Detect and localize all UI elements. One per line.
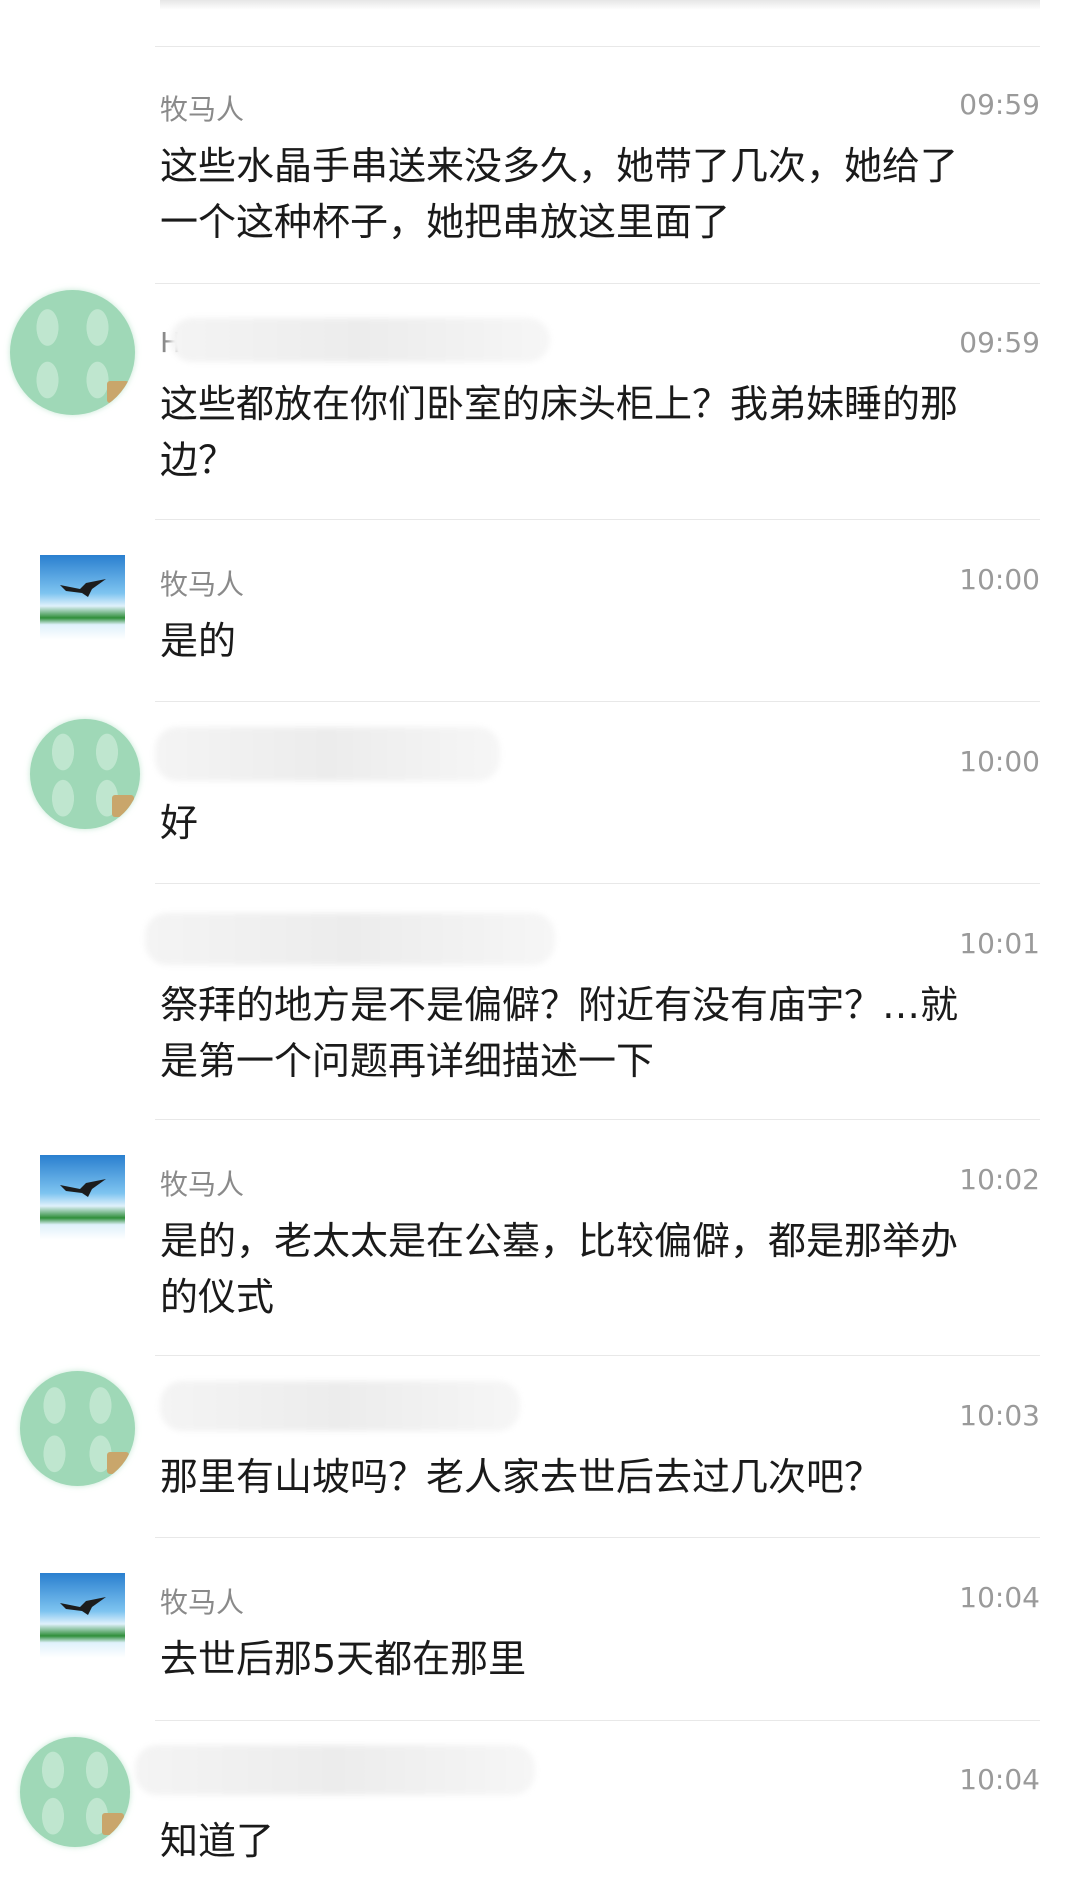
message-line: 是的 [160, 619, 237, 663]
message-time: 10:00 [959, 563, 1040, 596]
message-line: 好 [160, 801, 199, 845]
message-time: 09:59 [959, 88, 1040, 121]
message-line: 那里有山坡吗？老人家去世后去过几次吧？ [160, 1455, 883, 1499]
divider [155, 1720, 1040, 1721]
sender-name: 牧马人 [160, 93, 245, 126]
divider [155, 1355, 1040, 1356]
sender-name: 牧马人 [160, 568, 245, 601]
message-text: 祭拜的地方是不是偏僻？附近有没有庙宇？…就 是第一个问题再详细描述一下 [160, 977, 1050, 1089]
message-text: 是的 [160, 613, 1050, 669]
avatar-eagle[interactable] [40, 555, 125, 640]
message-text: 这些都放在你们卧室的床头柜上？我弟妹睡的那 边？ [160, 376, 1050, 488]
previous-message-edge [160, 0, 1040, 10]
sender-name: 牧马人 [160, 1586, 245, 1619]
message-line: 是第一个问题再详细描述一下 [160, 1039, 655, 1083]
eagle-icon [60, 1179, 106, 1197]
message-time: 10:02 [959, 1163, 1040, 1196]
message-line: 知道了 [160, 1819, 275, 1863]
avatar[interactable] [20, 1737, 130, 1847]
avatar-eagle[interactable] [40, 1155, 125, 1240]
redacted-name [135, 1745, 535, 1795]
message-text: 知道了 [160, 1813, 1050, 1869]
message-text: 那里有山坡吗？老人家去世后去过几次吧？ [160, 1449, 1050, 1505]
message-time: 10:00 [959, 745, 1040, 778]
avatar-eagle[interactable] [40, 1573, 125, 1658]
message-line: 的仪式 [160, 1275, 275, 1319]
avatar[interactable] [20, 1371, 135, 1486]
divider [155, 701, 1040, 702]
divider [155, 519, 1040, 520]
message-time: 10:01 [959, 927, 1040, 960]
message-time: 09:59 [959, 326, 1040, 359]
divider [155, 883, 1040, 884]
message-line: 一个这种杯子，她把串放这里面了 [160, 200, 731, 244]
message-time: 10:03 [959, 1399, 1040, 1432]
message-line: 边？ [160, 438, 237, 482]
eagle-icon [60, 579, 106, 597]
redacted-name [160, 1381, 520, 1431]
message-line: 这些水晶手串送来没多久，她带了几次，她给了 [160, 144, 959, 188]
divider [155, 283, 1040, 284]
redacted-name [170, 318, 550, 362]
message-time: 10:04 [959, 1763, 1040, 1796]
divider [155, 46, 1040, 47]
redacted-name [145, 913, 555, 965]
avatar[interactable] [10, 290, 135, 415]
sender-name: 牧马人 [160, 1168, 245, 1201]
message-text: 好 [160, 795, 1050, 851]
message-line: 是的，老太太是在公墓，比较偏僻，都是那举办 [160, 1219, 959, 1263]
avatar[interactable] [30, 719, 140, 829]
message-line: 去世后那5天都在那里 [160, 1637, 527, 1681]
message-text: 这些水晶手串送来没多久，她带了几次，她给了 一个这种杯子，她把串放这里面了 [160, 138, 1050, 250]
eagle-icon [60, 1597, 106, 1615]
divider [155, 1119, 1040, 1120]
message-text: 是的，老太太是在公墓，比较偏僻，都是那举办 的仪式 [160, 1213, 1050, 1325]
message-line: 祭拜的地方是不是偏僻？附近有没有庙宇？…就 [160, 983, 959, 1027]
divider [155, 1537, 1040, 1538]
message-line: 这些都放在你们卧室的床头柜上？我弟妹睡的那 [160, 382, 959, 426]
message-time: 10:04 [959, 1581, 1040, 1614]
message-text: 去世后那5天都在那里 [160, 1631, 1050, 1687]
redacted-name [155, 727, 500, 781]
